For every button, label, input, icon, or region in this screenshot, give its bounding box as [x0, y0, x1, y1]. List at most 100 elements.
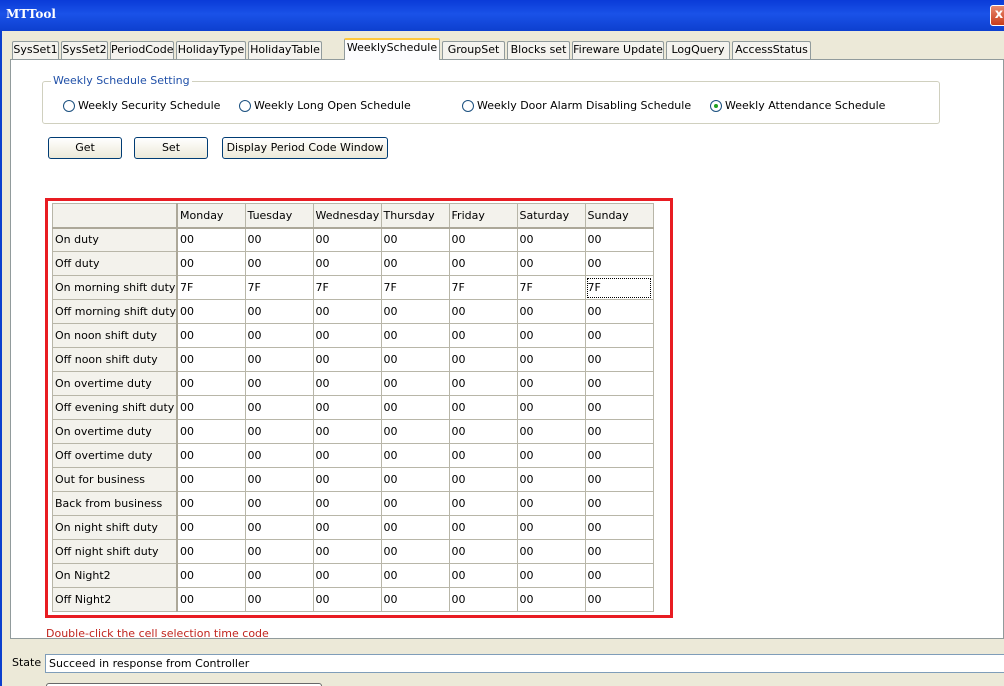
row-header[interactable]: On night shift duty — [52, 515, 179, 540]
radio-attendance-schedule[interactable]: Weekly Attendance Schedule — [710, 99, 885, 112]
schedule-cell[interactable]: 00 — [584, 491, 654, 516]
schedule-cell[interactable]: 00 — [312, 587, 382, 612]
schedule-cell[interactable]: 00 — [244, 587, 314, 612]
schedule-cell[interactable]: 00 — [584, 323, 654, 348]
schedule-cell[interactable]: 00 — [244, 323, 314, 348]
schedule-cell[interactable]: 00 — [244, 299, 314, 324]
row-header[interactable]: Off Night2 — [52, 587, 179, 612]
row-header[interactable]: Off noon shift duty — [52, 347, 179, 372]
schedule-cell[interactable]: 00 — [312, 491, 382, 516]
schedule-cell[interactable]: 00 — [380, 395, 450, 420]
schedule-cell[interactable]: 00 — [176, 563, 246, 588]
schedule-cell[interactable]: 00 — [584, 419, 654, 444]
schedule-cell[interactable]: 00 — [176, 251, 246, 276]
schedule-cell[interactable]: 00 — [244, 491, 314, 516]
schedule-cell[interactable]: 00 — [584, 299, 654, 324]
schedule-cell[interactable]: 00 — [312, 323, 382, 348]
schedule-cell[interactable]: 00 — [380, 515, 450, 540]
schedule-cell[interactable]: 00 — [448, 539, 518, 564]
schedule-cell[interactable]: 00 — [244, 419, 314, 444]
schedule-cell[interactable]: 00 — [448, 419, 518, 444]
schedule-cell[interactable]: 00 — [244, 347, 314, 372]
schedule-cell[interactable]: 00 — [448, 251, 518, 276]
schedule-cell[interactable]: 00 — [516, 371, 586, 396]
schedule-cell[interactable]: 00 — [516, 491, 586, 516]
column-header[interactable]: Sunday — [584, 203, 654, 229]
schedule-cell[interactable]: 00 — [516, 251, 586, 276]
schedule-cell[interactable]: 7F — [312, 275, 382, 300]
schedule-cell[interactable]: 00 — [312, 419, 382, 444]
schedule-cell[interactable]: 00 — [312, 515, 382, 540]
radio-long-open-schedule[interactable]: Weekly Long Open Schedule — [239, 99, 411, 112]
schedule-cell[interactable]: 7F — [380, 275, 450, 300]
schedule-cell[interactable]: 00 — [448, 323, 518, 348]
schedule-cell[interactable]: 00 — [516, 563, 586, 588]
schedule-cell[interactable]: 00 — [448, 587, 518, 612]
tab-groupset[interactable]: GroupSet — [442, 41, 505, 59]
schedule-cell[interactable]: 00 — [312, 563, 382, 588]
schedule-cell[interactable]: 7F — [244, 275, 314, 300]
schedule-cell[interactable]: 00 — [448, 371, 518, 396]
schedule-cell[interactable]: 00 — [448, 443, 518, 468]
schedule-cell[interactable]: 00 — [244, 443, 314, 468]
schedule-cell[interactable]: 00 — [584, 443, 654, 468]
schedule-cell[interactable]: 00 — [176, 419, 246, 444]
schedule-cell[interactable]: 00 — [584, 227, 654, 252]
schedule-cell[interactable]: 00 — [380, 419, 450, 444]
schedule-cell[interactable]: 00 — [448, 227, 518, 252]
tab-logquery[interactable]: LogQuery — [666, 41, 730, 59]
schedule-cell[interactable]: 00 — [516, 323, 586, 348]
radio-door-alarm-schedule[interactable]: Weekly Door Alarm Disabling Schedule — [462, 99, 691, 112]
schedule-cell[interactable]: 00 — [584, 587, 654, 612]
row-header[interactable]: Off duty — [52, 251, 179, 276]
tab-sysset1[interactable]: SysSet1 — [12, 41, 59, 59]
schedule-cell[interactable]: 00 — [380, 251, 450, 276]
schedule-cell[interactable]: 00 — [448, 563, 518, 588]
schedule-cell[interactable]: 00 — [176, 371, 246, 396]
close-button[interactable]: x — [990, 5, 1004, 26]
tab-accessstatus[interactable]: AccessStatus — [732, 41, 811, 59]
schedule-cell[interactable]: 00 — [244, 467, 314, 492]
row-header[interactable]: Off night shift duty — [52, 539, 179, 564]
schedule-cell[interactable]: 00 — [516, 515, 586, 540]
schedule-cell[interactable]: 00 — [584, 251, 654, 276]
schedule-cell[interactable]: 00 — [312, 467, 382, 492]
schedule-cell[interactable]: 00 — [244, 395, 314, 420]
schedule-cell[interactable]: 00 — [380, 467, 450, 492]
schedule-cell[interactable]: 00 — [380, 323, 450, 348]
tab-periodcode[interactable]: PeriodCode — [110, 41, 174, 59]
row-header[interactable]: On duty — [52, 227, 179, 252]
schedule-cell[interactable]: 00 — [176, 515, 246, 540]
tab-weeklyschedule[interactable]: WeeklySchedule — [344, 38, 440, 60]
schedule-cell[interactable]: 00 — [244, 227, 314, 252]
schedule-cell[interactable]: 00 — [516, 467, 586, 492]
schedule-cell[interactable]: 00 — [584, 347, 654, 372]
schedule-cell[interactable]: 00 — [584, 371, 654, 396]
schedule-cell[interactable]: 00 — [244, 539, 314, 564]
schedule-cell[interactable]: 7F — [516, 275, 586, 300]
schedule-cell[interactable]: 00 — [380, 371, 450, 396]
display-period-code-button[interactable]: Display Period Code Window — [222, 137, 388, 159]
schedule-cell[interactable]: 00 — [312, 347, 382, 372]
schedule-cell[interactable]: 00 — [176, 299, 246, 324]
column-header[interactable]: Tuesday — [244, 203, 314, 229]
column-header[interactable]: Friday — [448, 203, 518, 229]
get-button[interactable]: Get — [48, 137, 122, 159]
column-header[interactable]: Thursday — [380, 203, 450, 229]
row-header[interactable]: On morning shift duty — [52, 275, 179, 300]
row-header[interactable]: On overtime duty — [52, 371, 179, 396]
column-header[interactable]: Wednesday — [312, 203, 382, 229]
state-field[interactable]: Succeed in response from Controller — [45, 654, 1004, 673]
row-header[interactable]: On noon shift duty — [52, 323, 179, 348]
row-header[interactable]: Off evening shift duty — [52, 395, 179, 420]
schedule-cell[interactable]: 00 — [516, 443, 586, 468]
schedule-cell[interactable]: 00 — [516, 539, 586, 564]
schedule-cell[interactable]: 00 — [244, 251, 314, 276]
schedule-cell[interactable]: 00 — [448, 395, 518, 420]
schedule-cell[interactable]: 00 — [244, 515, 314, 540]
schedule-cell[interactable]: 00 — [448, 299, 518, 324]
schedule-cell[interactable]: 00 — [176, 323, 246, 348]
schedule-cell[interactable]: 00 — [312, 539, 382, 564]
schedule-cell[interactable]: 00 — [584, 515, 654, 540]
schedule-cell[interactable]: 00 — [380, 491, 450, 516]
